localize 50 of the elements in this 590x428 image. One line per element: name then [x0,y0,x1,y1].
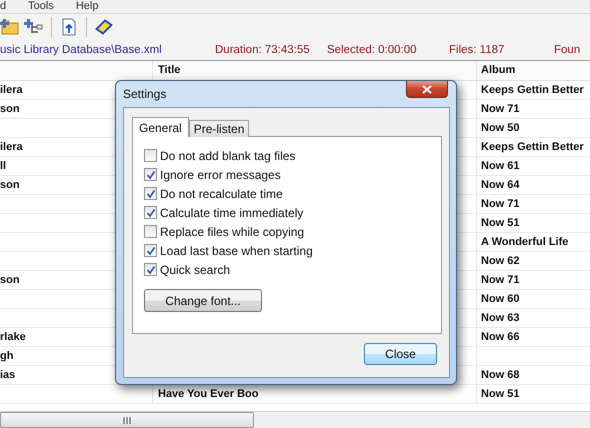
menu-item[interactable]: Tools [28,0,54,13]
found-label: Foun [554,44,580,56]
column-header[interactable]: Title [153,61,477,80]
horizontal-scrollbar[interactable] [0,411,590,428]
checkbox-label: Do not recalculate time [160,186,283,200]
checkbox[interactable] [144,187,157,200]
checkbox[interactable] [144,244,157,257]
table-cell-text: Now 63 [480,311,521,326]
menu-item[interactable]: d [0,0,6,13]
tab[interactable]: Pre-listen [188,120,250,137]
scrollbar-thumb[interactable] [0,412,254,428]
grip-icon [123,416,131,424]
table-cell-text: Now 68 [480,368,521,383]
checkbox-label: Load last base when starting [160,244,313,258]
checkbox-label: Do not add blank tag files [160,148,296,162]
checkbox[interactable] [144,263,157,276]
table-cell-text: Now 71 [480,273,521,288]
table-cell-text: Now 66 [480,330,521,345]
duration-label: Duration: 73:43:55 [215,44,311,56]
file-path: usic Library Database\Base.xml [0,44,163,56]
table-cell-text: Now 50 [480,121,521,136]
files-label: Files: 1187 [449,44,506,56]
folder-plus-icon[interactable] [0,17,20,37]
checkbox[interactable] [144,168,157,181]
table-cell-text: Now 62 [480,254,521,269]
table-cell-text: Now 51 [480,216,521,231]
close-icon [422,84,432,94]
close-button[interactable] [406,81,448,98]
tab[interactable]: General [132,117,189,137]
checkbox[interactable] [144,225,157,238]
checkbox-label: Calculate time immediately [160,206,304,220]
checkbox-label: Replace files while copying [160,224,304,238]
table-cell-text: Keeps Gettin Better [480,83,585,98]
table-cell-text: Now 60 [480,292,521,307]
table-cell-text: Now 61 [480,159,521,174]
column-header[interactable]: Album [477,61,590,80]
checkbox[interactable] [144,206,157,219]
checkbox-label: Quick search [160,262,230,276]
menu-item[interactable]: Help [76,0,98,13]
table-cell-text: Now 71 [480,197,521,212]
change-font-button[interactable]: Change font... [144,289,262,312]
table-cell-text: Keeps Gettin Better [480,140,585,155]
checkbox-label: Ignore error messages [160,168,281,182]
close-button[interactable]: Close [364,343,437,365]
table-cell-text: Now 51 [480,387,521,402]
table-cell-text: A Wonderful Life [480,235,570,250]
selected-label: Selected: 0:00:00 [327,44,418,56]
checkbox[interactable] [144,149,157,162]
table-cell-text: Now 71 [480,102,521,117]
table-cell-text: Now 64 [480,178,521,193]
